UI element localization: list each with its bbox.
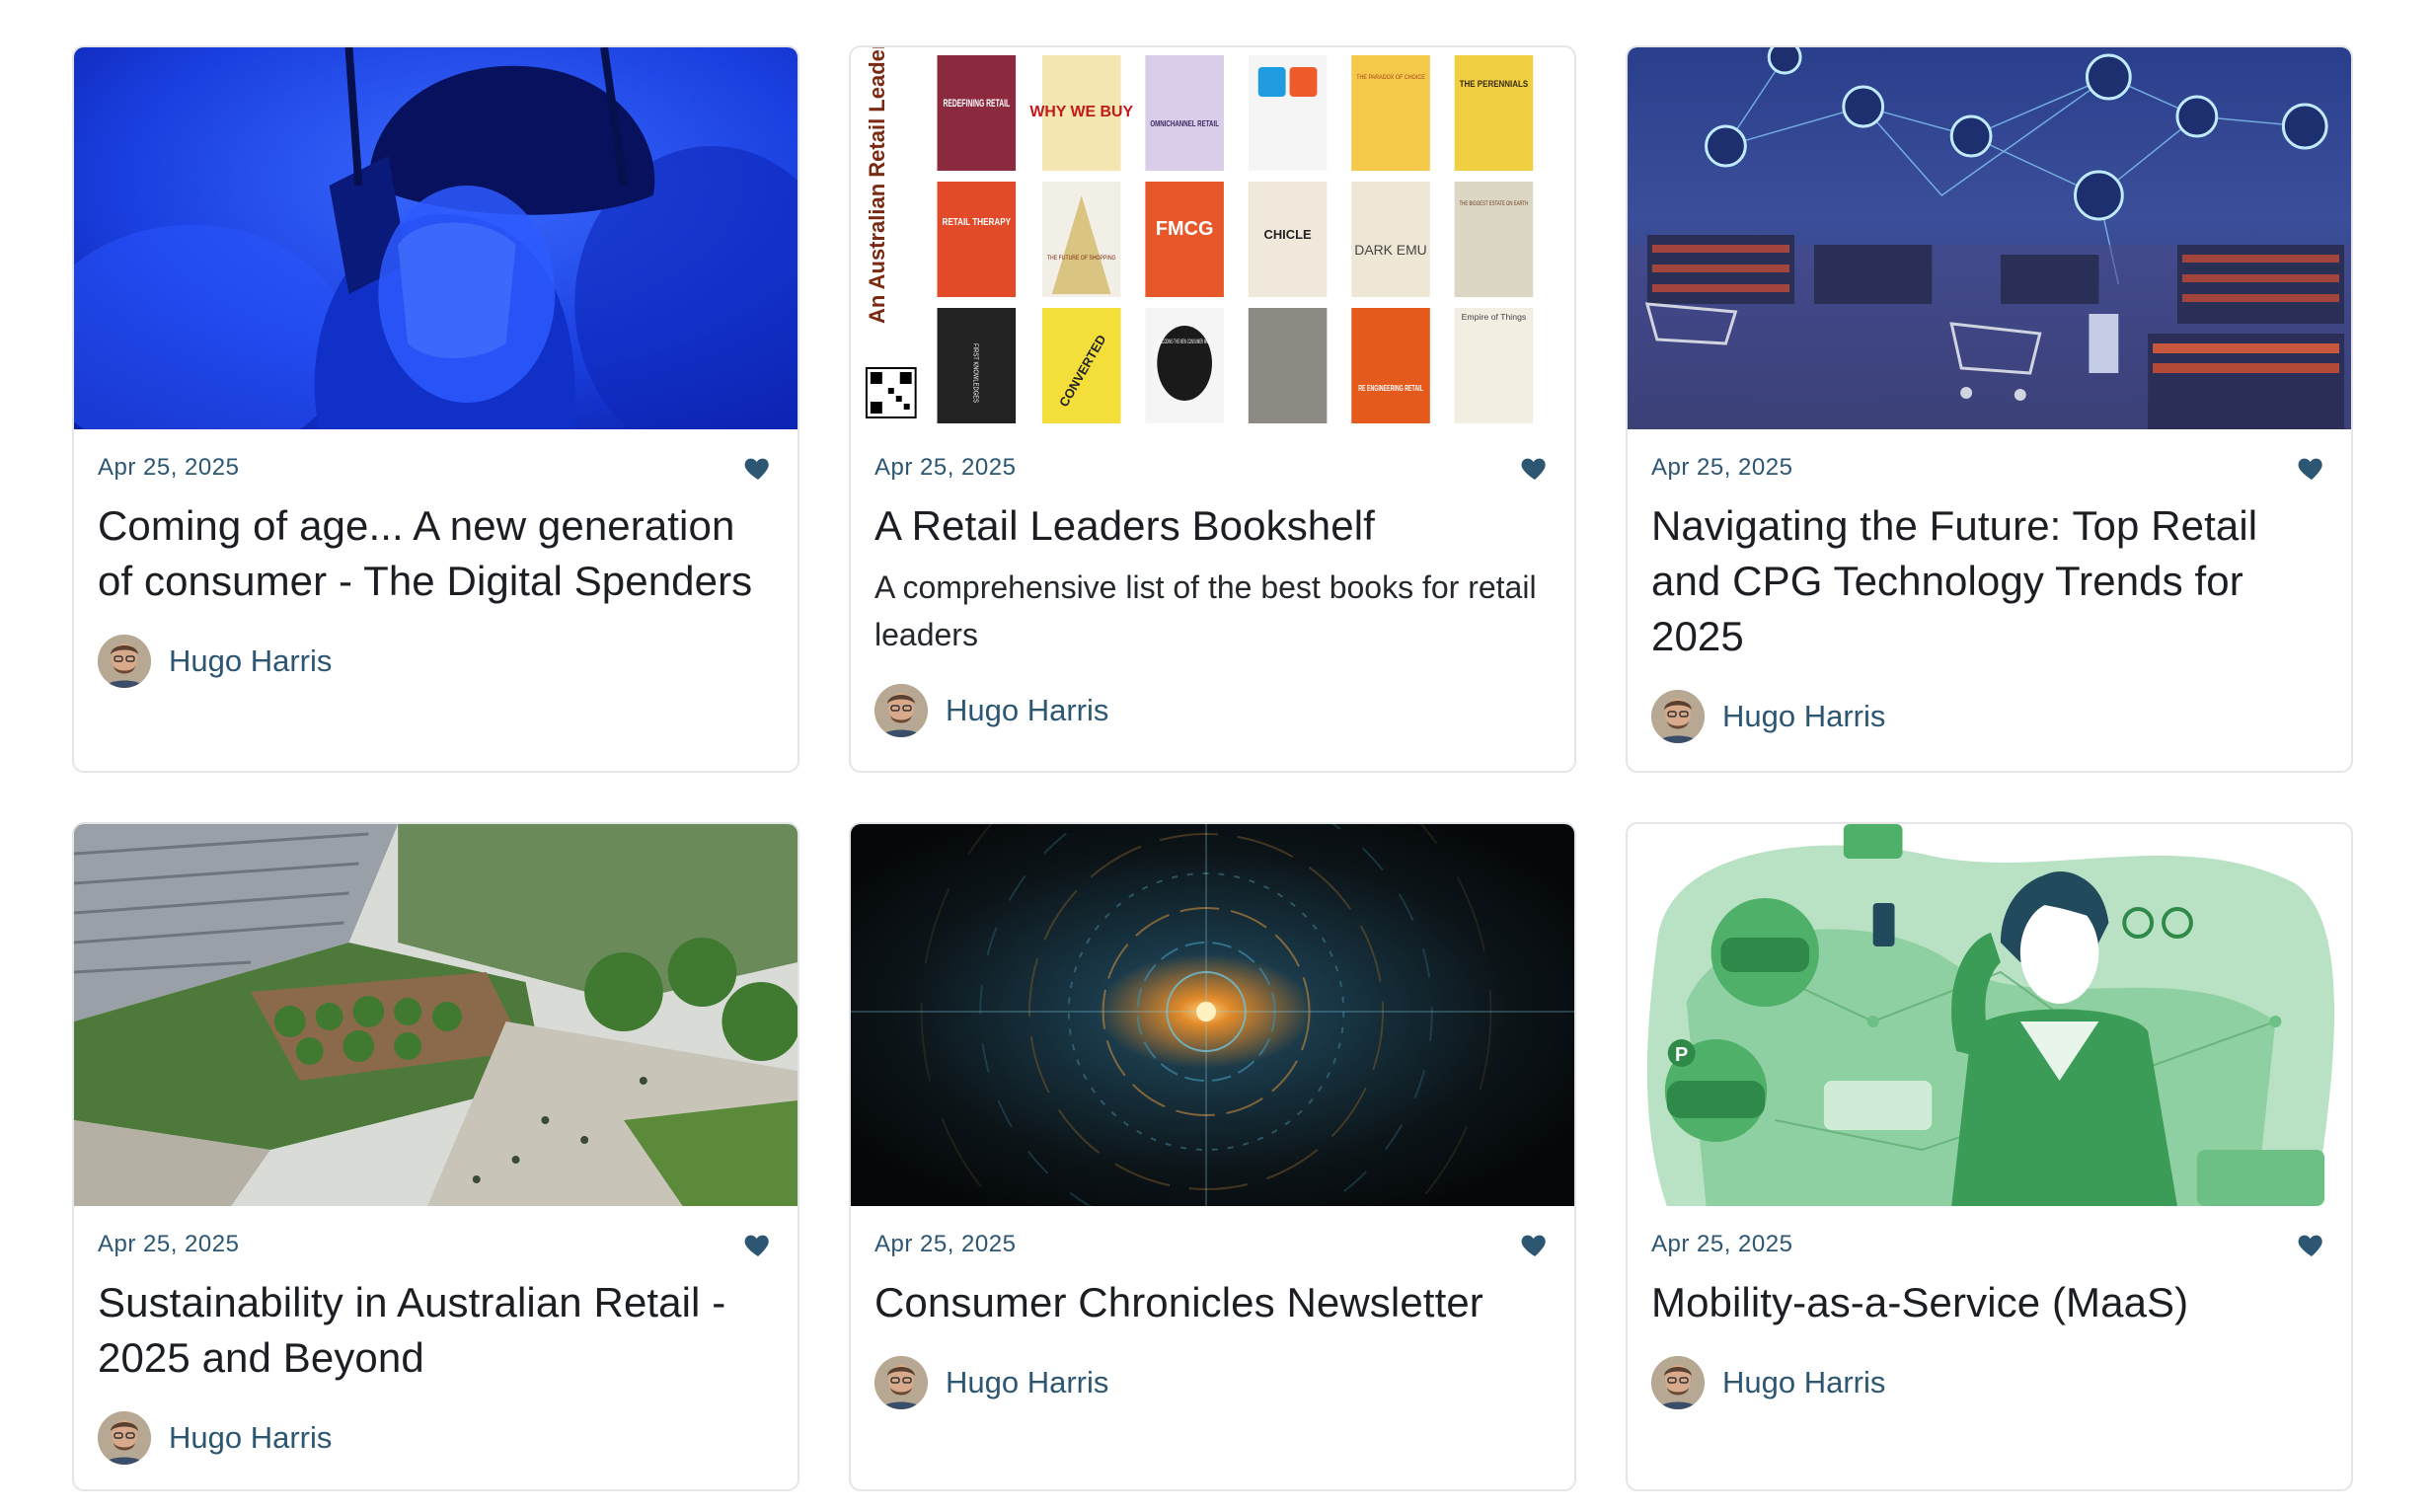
article-title[interactable]: Mobility-as-a-Service (MaaS) bbox=[1651, 1275, 2327, 1330]
author-name[interactable]: Hugo Harris bbox=[169, 643, 332, 679]
heart-icon[interactable] bbox=[742, 452, 774, 484]
book-cover-title: THE PERENNIALS bbox=[1460, 79, 1529, 89]
article-thumbnail[interactable] bbox=[74, 824, 798, 1206]
article-date: Apr 25, 2025 bbox=[874, 454, 1017, 481]
avatar bbox=[874, 1356, 928, 1409]
booklist-side-label: An Australian Retail Leaders Booklist bbox=[865, 47, 889, 324]
article-date: Apr 25, 2025 bbox=[1651, 454, 1793, 481]
heart-icon[interactable] bbox=[1519, 452, 1551, 484]
qr-code-icon bbox=[865, 367, 917, 418]
article-card[interactable]: Apr 25, 2025 Consumer Chronicles Newslet… bbox=[849, 822, 1576, 1491]
article-title[interactable]: Navigating the Future: Top Retail and CP… bbox=[1651, 498, 2327, 664]
heart-icon[interactable] bbox=[2296, 452, 2327, 484]
article-thumbnail[interactable]: P bbox=[1628, 824, 2351, 1206]
article-thumbnail[interactable] bbox=[74, 47, 798, 429]
article-date: Apr 25, 2025 bbox=[98, 454, 240, 481]
article-body: Apr 25, 2025 Coming of age... A new gene… bbox=[74, 429, 798, 688]
author-name[interactable]: Hugo Harris bbox=[1722, 699, 1885, 734]
avatar bbox=[98, 1411, 151, 1465]
book-cover-title: RETAIL THERAPY bbox=[942, 217, 1011, 228]
author-row[interactable]: Hugo Harris bbox=[1651, 1356, 2327, 1409]
article-grid: Apr 25, 2025 Coming of age... A new gene… bbox=[72, 45, 2353, 1491]
author-row[interactable]: Hugo Harris bbox=[98, 1411, 774, 1465]
avatar bbox=[1651, 1356, 1705, 1409]
article-body: Apr 25, 2025 Sustainability in Australia… bbox=[74, 1206, 798, 1465]
author-row[interactable]: Hugo Harris bbox=[874, 684, 1551, 737]
article-meta: Apr 25, 2025 bbox=[1651, 1228, 2327, 1261]
article-title[interactable]: Sustainability in Australian Retail - 20… bbox=[98, 1275, 774, 1386]
book-cover-title: REDEFINING RETAIL bbox=[943, 98, 1010, 110]
author-name[interactable]: Hugo Harris bbox=[946, 1365, 1108, 1400]
heart-icon[interactable] bbox=[1519, 1229, 1551, 1260]
article-body: Apr 25, 2025 A Retail Leaders Bookshelf … bbox=[851, 429, 1574, 737]
article-card[interactable]: P Apr 25, 2025 Mobility-as-a-Service (Ma… bbox=[1626, 822, 2353, 1491]
article-excerpt: A comprehensive list of the best books f… bbox=[874, 569, 1537, 652]
article-body: Apr 25, 2025 Consumer Chronicles Newslet… bbox=[851, 1206, 1574, 1409]
book-cover-title: DECODING THE NEW CONSUMER MIND bbox=[1158, 340, 1211, 345]
svg-text:P: P bbox=[1675, 1044, 1688, 1066]
article-thumbnail[interactable]: An Australian Retail Leaders Booklist RE… bbox=[851, 47, 1574, 429]
article-body: Apr 25, 2025 Mobility-as-a-Service (MaaS… bbox=[1628, 1206, 2351, 1409]
author-row[interactable]: Hugo Harris bbox=[874, 1356, 1551, 1409]
article-date: Apr 25, 2025 bbox=[1651, 1231, 1793, 1257]
article-meta: Apr 25, 2025 bbox=[98, 1228, 774, 1261]
author-name[interactable]: Hugo Harris bbox=[169, 1420, 332, 1456]
avatar bbox=[874, 684, 928, 737]
article-card[interactable]: Apr 25, 2025 Coming of age... A new gene… bbox=[72, 45, 799, 773]
article-thumbnail[interactable] bbox=[1628, 47, 2351, 429]
article-body: Apr 25, 2025 Navigating the Future: Top … bbox=[1628, 429, 2351, 743]
author-name[interactable]: Hugo Harris bbox=[946, 693, 1108, 728]
author-name[interactable]: Hugo Harris bbox=[1722, 1365, 1885, 1400]
book-cover-title: THE FUTURE OF SHOPPING bbox=[1047, 256, 1116, 262]
article-meta: Apr 25, 2025 bbox=[1651, 451, 2327, 485]
book-cover-title: RE ENGINEERING RETAIL bbox=[1358, 384, 1423, 393]
book-cover-title: FMCG bbox=[1156, 218, 1214, 240]
book-cover-title: THE PARADOX OF CHOICE bbox=[1356, 75, 1425, 81]
article-meta: Apr 25, 2025 bbox=[98, 451, 774, 485]
book-cover-title: OMNICHANNEL RETAIL bbox=[1150, 119, 1219, 128]
author-row[interactable]: Hugo Harris bbox=[1651, 690, 2327, 743]
article-card[interactable]: An Australian Retail Leaders Booklist RE… bbox=[849, 45, 1576, 773]
article-meta: Apr 25, 2025 bbox=[874, 1228, 1551, 1261]
book-cover-title: THE BIGGEST ESTATE ON EARTH bbox=[1460, 201, 1529, 207]
book-cover-title: FIRST KNOWLEDGES bbox=[971, 343, 978, 403]
heart-icon[interactable] bbox=[2296, 1229, 2327, 1260]
article-meta: Apr 25, 2025 bbox=[874, 451, 1551, 485]
heart-icon[interactable] bbox=[742, 1229, 774, 1260]
book-cover-title: WHY WE BUY bbox=[1029, 104, 1133, 120]
avatar bbox=[1651, 690, 1705, 743]
article-title[interactable]: Coming of age... A new generation of con… bbox=[98, 498, 774, 609]
article-date: Apr 25, 2025 bbox=[98, 1231, 240, 1257]
article-card[interactable]: Apr 25, 2025 Sustainability in Australia… bbox=[72, 822, 799, 1491]
author-row[interactable]: Hugo Harris bbox=[98, 635, 774, 688]
book-cover-title: Empire of Things bbox=[1462, 313, 1527, 322]
article-card[interactable]: Apr 25, 2025 Navigating the Future: Top … bbox=[1626, 45, 2353, 773]
article-title[interactable]: Consumer Chronicles Newsletter bbox=[874, 1275, 1551, 1330]
avatar bbox=[98, 635, 151, 688]
book-cover-title: CHICLE bbox=[1264, 227, 1312, 242]
article-title[interactable]: A Retail Leaders Bookshelf bbox=[874, 498, 1551, 554]
book-cover-title: DARK EMU bbox=[1354, 242, 1426, 258]
article-thumbnail[interactable] bbox=[851, 824, 1574, 1206]
article-date: Apr 25, 2025 bbox=[874, 1231, 1017, 1257]
